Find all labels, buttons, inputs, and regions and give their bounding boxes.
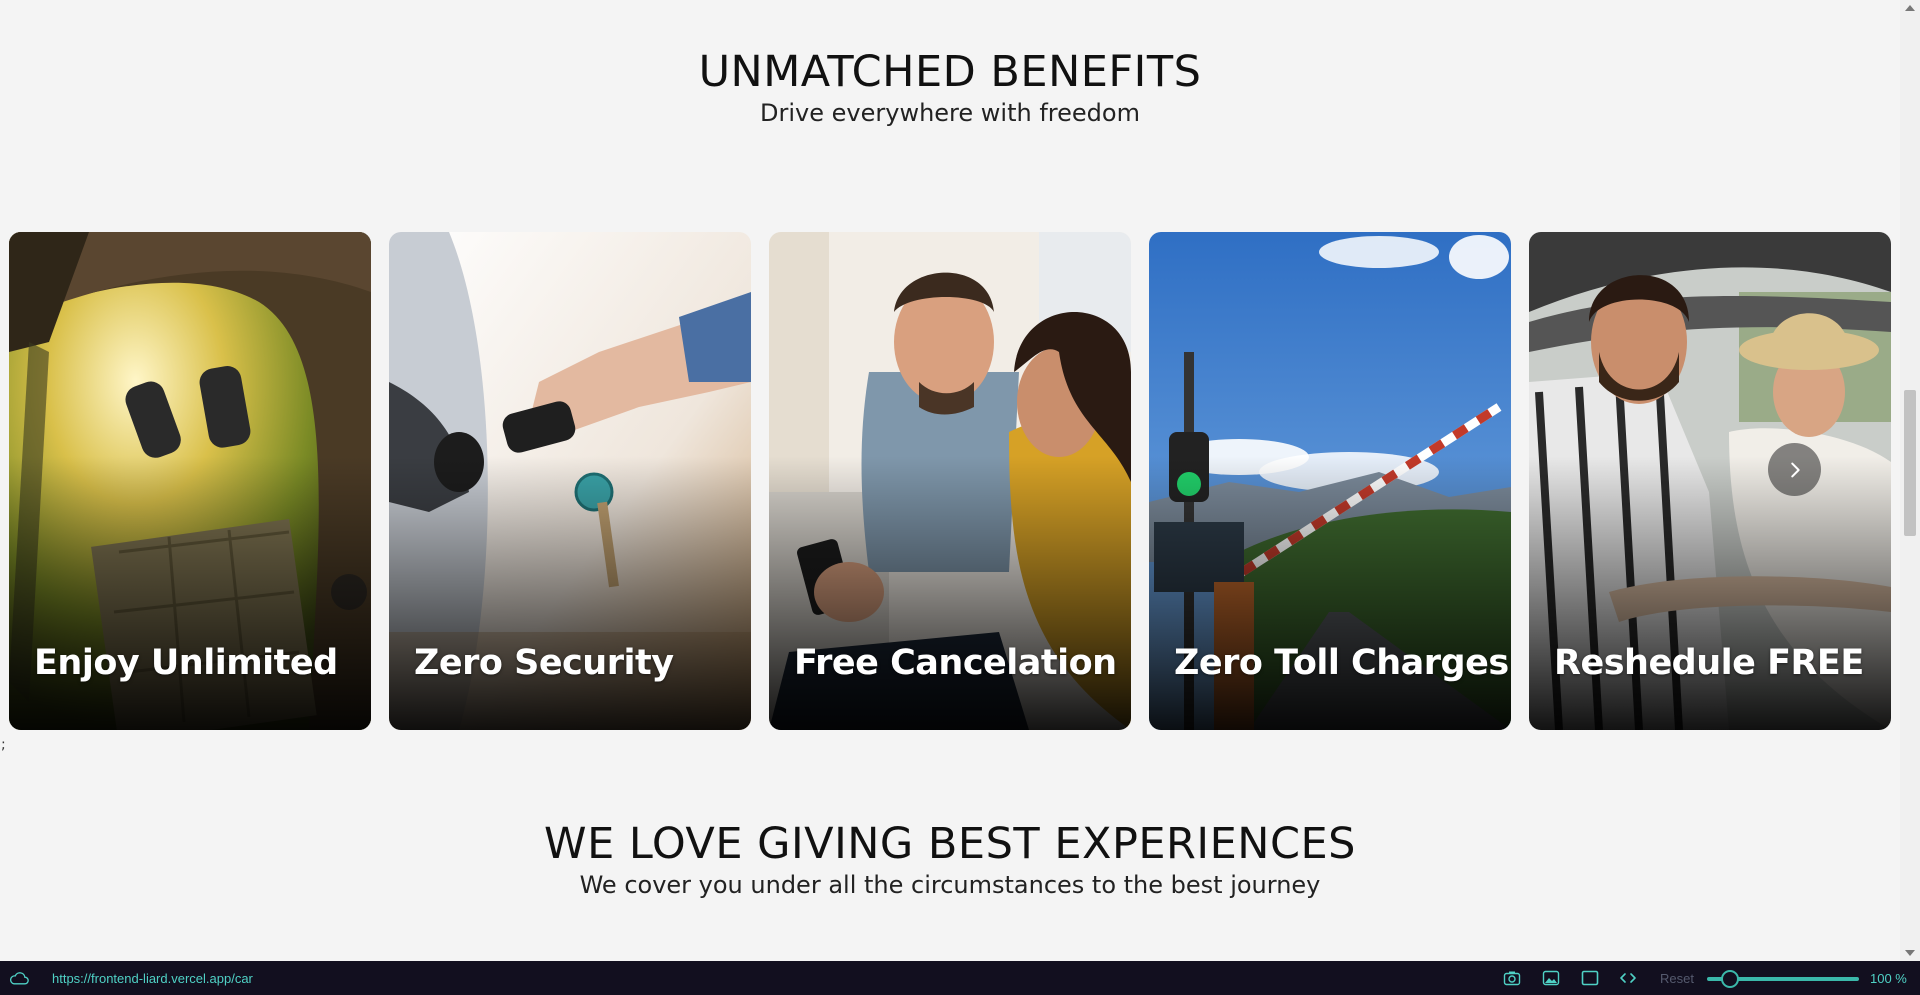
- scrollbar-thumb[interactable]: [1904, 390, 1916, 536]
- zoom-level: 100 %: [1870, 971, 1907, 986]
- benefit-card-reshedule-free[interactable]: Reshedule FREE: [1529, 232, 1891, 730]
- card-title: Free Cancelation: [794, 643, 1117, 683]
- camera-icon[interactable]: [1503, 969, 1521, 987]
- stray-text: ;: [1, 737, 6, 753]
- carousel-next-button[interactable]: [1768, 443, 1821, 496]
- experiences-subtitle: We cover you under all the circumstances…: [579, 871, 1321, 899]
- page: UNMATCHED BENEFITS Drive everywhere with…: [0, 0, 1900, 961]
- benefits-title: UNMATCHED BENEFITS: [698, 47, 1202, 97]
- page-scrollbar[interactable]: [1900, 0, 1920, 961]
- status-bar: https://frontend-liard.vercel.app/car Re…: [0, 961, 1920, 995]
- status-url[interactable]: https://frontend-liard.vercel.app/car: [52, 971, 253, 986]
- scroll-down-arrow-icon[interactable]: [1905, 950, 1915, 956]
- code-icon[interactable]: [1619, 969, 1637, 987]
- experiences-header: WE LOVE GIVING BEST EXPERIENCES We cover…: [0, 819, 1900, 899]
- benefits-subtitle: Drive everywhere with freedom: [760, 99, 1140, 127]
- frame-icon[interactable]: [1581, 969, 1599, 987]
- card-title: Zero Toll Charges: [1174, 643, 1509, 683]
- zoom-slider[interactable]: [1707, 970, 1859, 988]
- benefit-card-enjoy-unlimited[interactable]: Enjoy Unlimited: [9, 232, 371, 730]
- card-title: Zero Security: [414, 643, 674, 683]
- chevron-right-icon: [1790, 462, 1800, 477]
- cloud-icon[interactable]: [9, 970, 29, 986]
- benefit-card-free-cancelation[interactable]: Free Cancelation: [769, 232, 1131, 730]
- card-title: Enjoy Unlimited: [34, 643, 338, 683]
- benefits-header: UNMATCHED BENEFITS Drive everywhere with…: [0, 47, 1900, 127]
- reset-button[interactable]: Reset: [1660, 971, 1694, 986]
- benefit-card-zero-toll-charges[interactable]: Zero Toll Charges: [1149, 232, 1511, 730]
- scroll-up-arrow-icon[interactable]: [1905, 5, 1915, 11]
- benefits-carousel: Enjoy Unlimited Zero Security Free Cance…: [9, 232, 1900, 730]
- card-title: Reshedule FREE: [1554, 643, 1864, 683]
- experiences-title: WE LOVE GIVING BEST EXPERIENCES: [544, 819, 1356, 869]
- zoom-slider-knob[interactable]: [1720, 970, 1739, 988]
- benefit-card-zero-security[interactable]: Zero Security: [389, 232, 751, 730]
- image-icon[interactable]: [1542, 969, 1560, 987]
